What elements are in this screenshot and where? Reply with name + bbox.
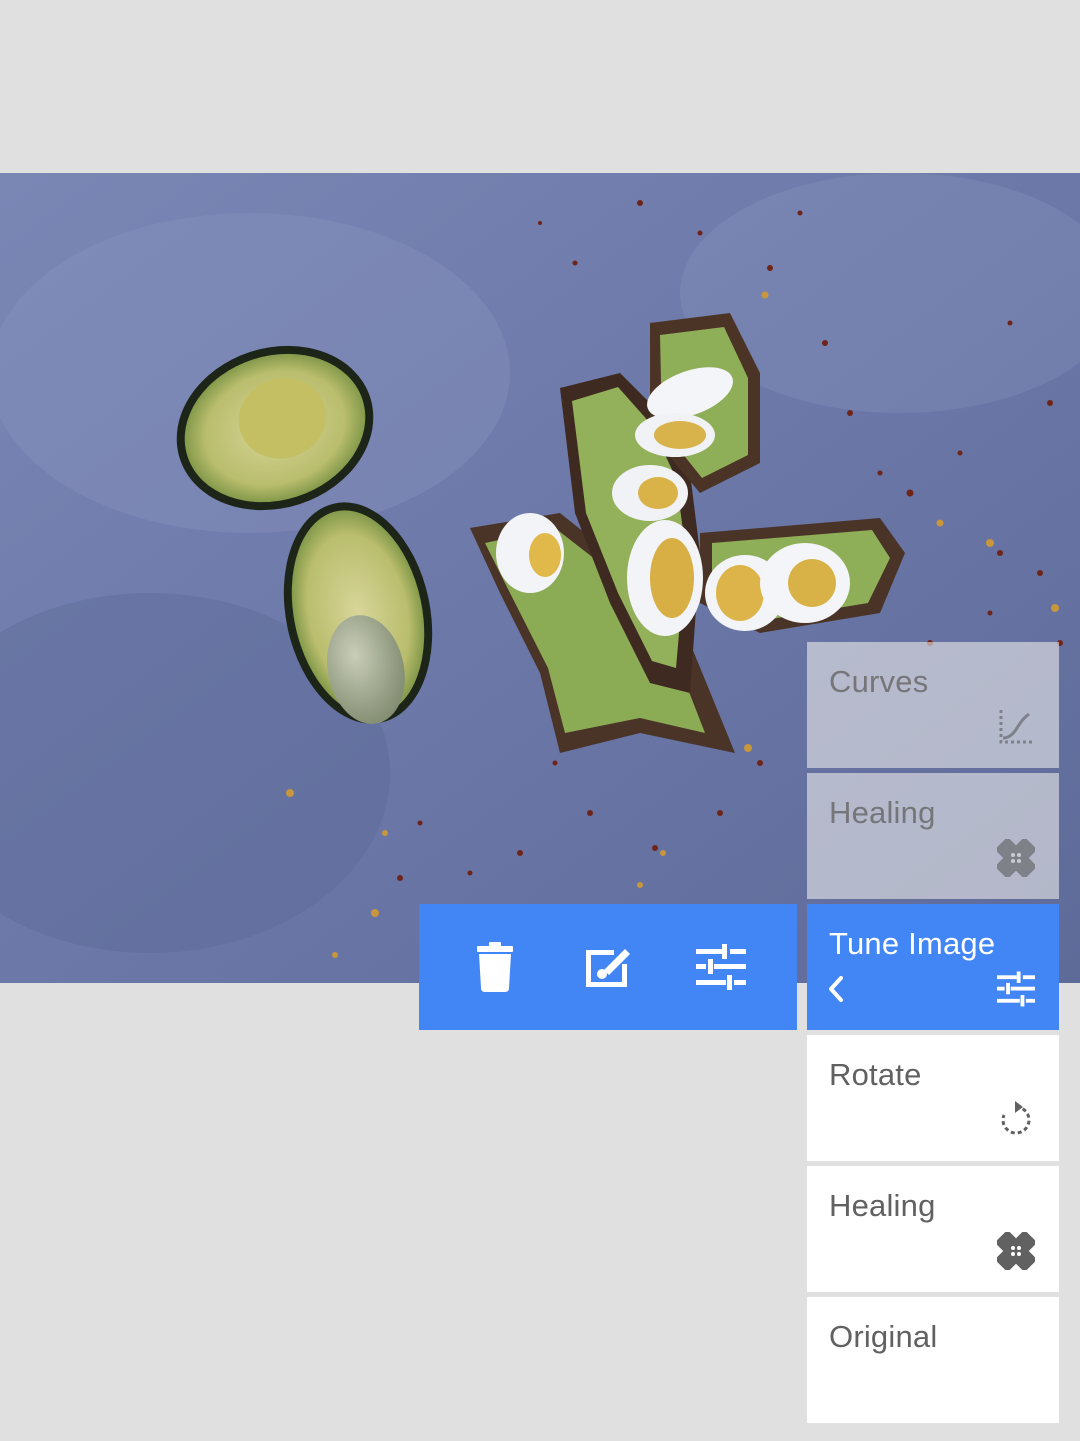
edit-button[interactable] bbox=[576, 935, 640, 999]
history-card-original[interactable]: Original bbox=[807, 1297, 1059, 1423]
history-card-label: Healing bbox=[829, 1188, 936, 1223]
history-card-label: Healing bbox=[829, 795, 936, 830]
sliders-icon bbox=[997, 971, 1035, 1007]
trash-icon bbox=[477, 942, 514, 992]
photo-toolbar bbox=[419, 904, 797, 1030]
delete-button[interactable] bbox=[463, 935, 527, 999]
sliders-icon bbox=[695, 944, 746, 990]
history-card-label: Rotate bbox=[829, 1057, 922, 1092]
history-card-healing[interactable]: Healing bbox=[807, 1166, 1059, 1292]
bandage-icon bbox=[997, 839, 1035, 877]
chevron-left-icon[interactable] bbox=[825, 974, 847, 1004]
history-card-rotate[interactable]: Rotate bbox=[807, 1035, 1059, 1161]
bandage-icon bbox=[997, 1232, 1035, 1270]
rotate-icon bbox=[1001, 1101, 1031, 1135]
history-card-label: Tune Image bbox=[829, 926, 996, 961]
edit-brush-icon bbox=[585, 949, 630, 987]
history-card-curves[interactable]: Curves bbox=[807, 642, 1059, 768]
history-card-label: Curves bbox=[829, 664, 929, 699]
tune-button[interactable] bbox=[689, 935, 753, 999]
history-card-label: Original bbox=[829, 1319, 938, 1354]
history-card-tune-image[interactable]: Tune Image bbox=[807, 904, 1059, 1030]
curves-icon bbox=[999, 710, 1033, 744]
history-card-healing-faded[interactable]: Healing bbox=[807, 773, 1059, 899]
